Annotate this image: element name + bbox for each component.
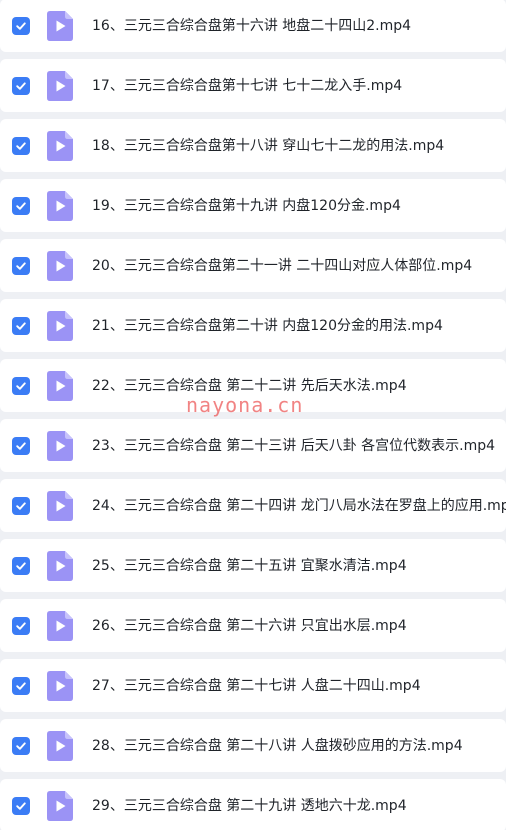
video-file-play-icon [47, 310, 73, 341]
video-file-play-icon [47, 250, 73, 281]
list-item[interactable]: 24、三元三合综合盘 第二十四讲 龙门八局水法在罗盘上的应用.mp4 [0, 479, 506, 532]
list-item[interactable]: 28、三元三合综合盘 第二十八讲 人盘拨砂应用的方法.mp4 [0, 719, 506, 772]
checkbox-checked-icon[interactable] [12, 136, 30, 155]
list-item[interactable]: 20、三元三合综合盘第二十一讲 二十四山对应人体部位.mp4 [0, 239, 506, 292]
file-name: 21、三元三合综合盘第二十讲 内盘120分金的用法.mp4 [92, 317, 443, 334]
video-file-play-icon [47, 430, 73, 461]
file-name: 19、三元三合综合盘第十九讲 内盘120分金.mp4 [92, 197, 401, 214]
file-name: 18、三元三合综合盘第十八讲 穿山七十二龙的用法.mp4 [92, 137, 445, 154]
video-file-play-icon [47, 70, 73, 101]
checkbox-checked-icon[interactable] [12, 16, 30, 35]
checkbox-checked-icon[interactable] [12, 676, 30, 695]
list-item[interactable]: 21、三元三合综合盘第二十讲 内盘120分金的用法.mp4 [0, 299, 506, 352]
list-item[interactable]: 25、三元三合综合盘 第二十五讲 宜聚水清洁.mp4 [0, 539, 506, 592]
file-name: 20、三元三合综合盘第二十一讲 二十四山对应人体部位.mp4 [92, 257, 473, 274]
file-name: 23、三元三合综合盘 第二十三讲 后天八卦 各宫位代数表示.mp4 [92, 437, 496, 454]
file-name: 17、三元三合综合盘第十七讲 七十二龙入手.mp4 [92, 77, 403, 94]
file-name: 26、三元三合综合盘 第二十六讲 只宜出水层.mp4 [92, 617, 407, 634]
list-item[interactable]: 26、三元三合综合盘 第二十六讲 只宜出水层.mp4 [0, 599, 506, 652]
checkbox-checked-icon[interactable] [12, 76, 30, 95]
video-file-play-icon [47, 490, 73, 521]
checkbox-checked-icon[interactable] [12, 796, 30, 815]
list-item[interactable]: 16、三元三合综合盘第十六讲 地盘二十四山2.mp4 [0, 0, 506, 52]
list-item[interactable]: 17、三元三合综合盘第十七讲 七十二龙入手.mp4 [0, 59, 506, 112]
checkbox-checked-icon[interactable] [12, 376, 30, 395]
video-file-play-icon [47, 550, 73, 581]
list-item[interactable]: 19、三元三合综合盘第十九讲 内盘120分金.mp4 [0, 179, 506, 232]
file-name: 29、三元三合综合盘 第二十九讲 透地六十龙.mp4 [92, 797, 407, 814]
video-file-play-icon [47, 610, 73, 641]
video-file-play-icon [47, 730, 73, 761]
checkbox-checked-icon[interactable] [12, 316, 30, 335]
checkbox-checked-icon[interactable] [12, 736, 30, 755]
video-file-play-icon [47, 190, 73, 221]
list-item[interactable]: 27、三元三合综合盘 第二十七讲 人盘二十四山.mp4 [0, 659, 506, 712]
list-item[interactable]: 22、三元三合综合盘 第二十二讲 先后天水法.mp4 [0, 359, 506, 412]
video-file-play-icon [47, 670, 73, 701]
list-item[interactable]: 18、三元三合综合盘第十八讲 穿山七十二龙的用法.mp4 [0, 119, 506, 172]
file-name: 16、三元三合综合盘第十六讲 地盘二十四山2.mp4 [92, 17, 412, 34]
checkbox-checked-icon[interactable] [12, 196, 30, 215]
file-name: 22、三元三合综合盘 第二十二讲 先后天水法.mp4 [92, 377, 407, 394]
list-item[interactable]: 29、三元三合综合盘 第二十九讲 透地六十龙.mp4 [0, 779, 506, 830]
checkbox-checked-icon[interactable] [12, 556, 30, 575]
file-name: 24、三元三合综合盘 第二十四讲 龙门八局水法在罗盘上的应用.mp4 [92, 497, 506, 514]
file-name: 25、三元三合综合盘 第二十五讲 宜聚水清洁.mp4 [92, 557, 407, 574]
checkbox-checked-icon[interactable] [12, 496, 30, 515]
checkbox-checked-icon[interactable] [12, 616, 30, 635]
video-file-play-icon [47, 790, 73, 821]
file-list: 16、三元三合综合盘第十六讲 地盘二十四山2.mp4 17、三元三合综合盘第十七讲… [0, 0, 506, 830]
video-file-play-icon [47, 130, 73, 161]
list-item[interactable]: 23、三元三合综合盘 第二十三讲 后天八卦 各宫位代数表示.mp4 [0, 419, 506, 472]
checkbox-checked-icon[interactable] [12, 256, 30, 275]
video-file-play-icon [47, 370, 73, 401]
video-file-play-icon [47, 10, 73, 41]
file-name: 28、三元三合综合盘 第二十八讲 人盘拨砂应用的方法.mp4 [92, 737, 463, 754]
file-name: 27、三元三合综合盘 第二十七讲 人盘二十四山.mp4 [92, 677, 421, 694]
checkbox-checked-icon[interactable] [12, 436, 30, 455]
